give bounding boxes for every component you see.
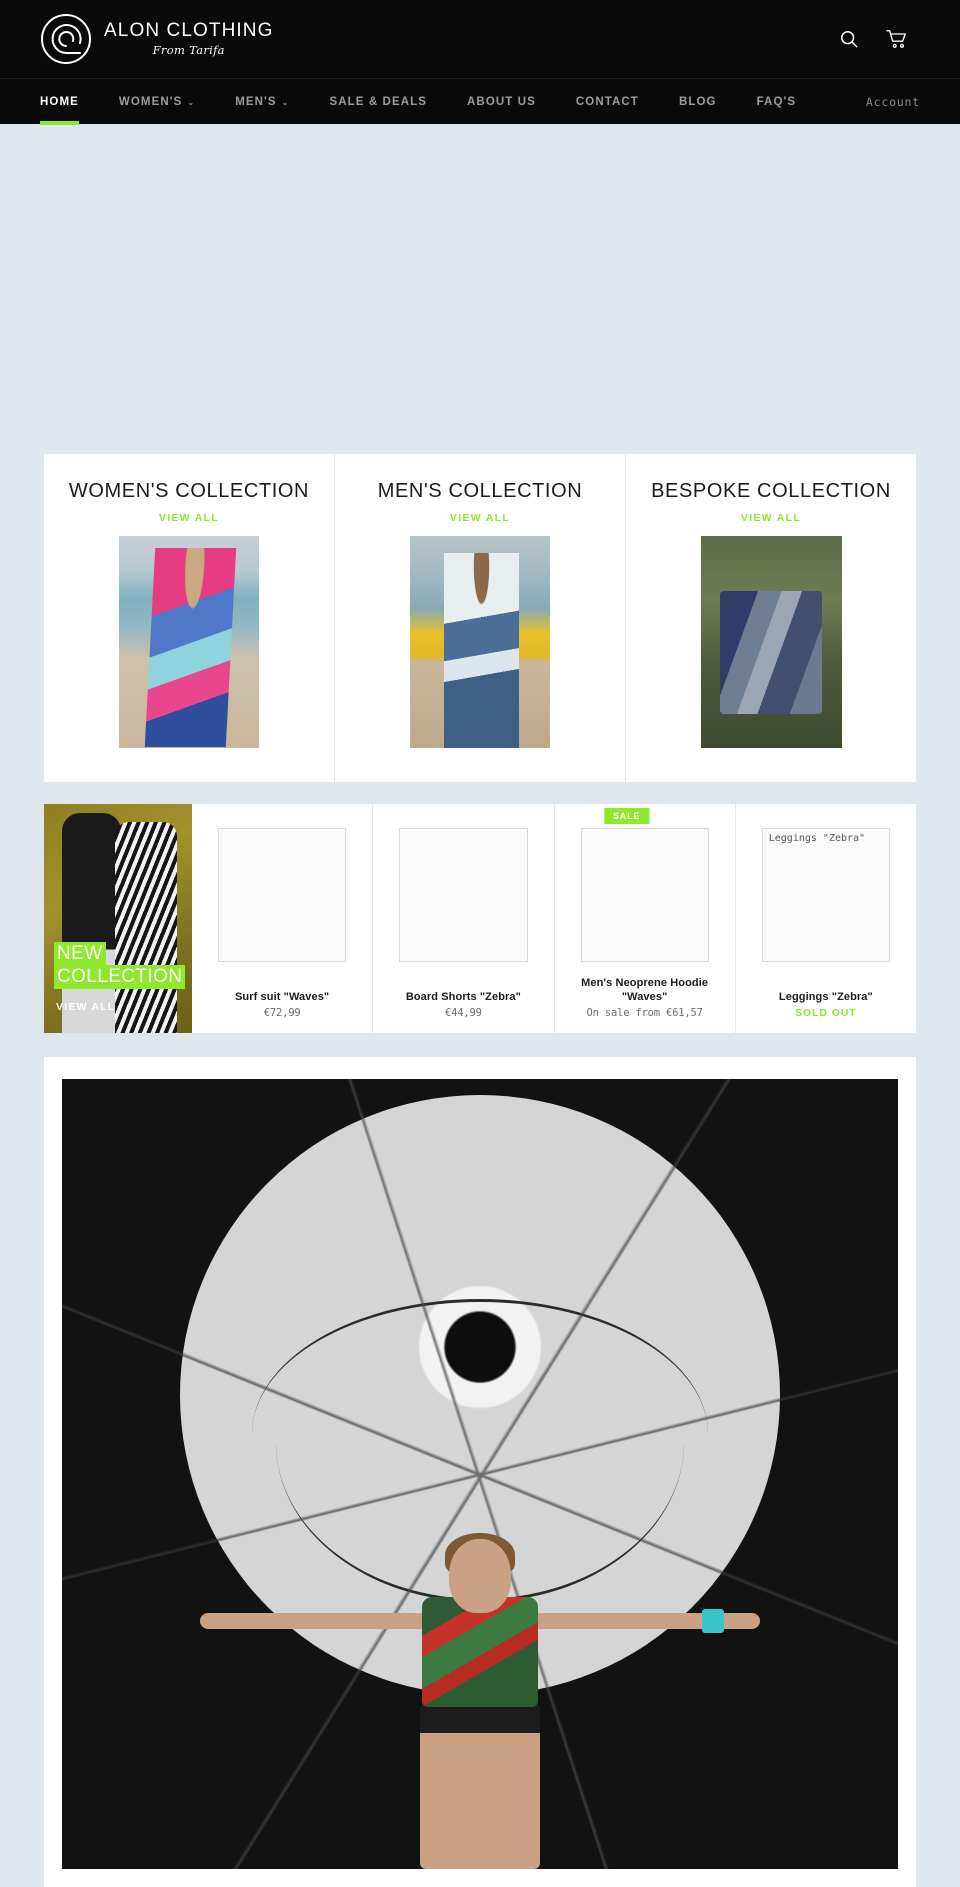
- search-icon[interactable]: [838, 28, 860, 50]
- homepage: ALON CLOTHING From Tarifa HOME WOMEN'S ⌄…: [0, 0, 960, 1887]
- product-title: Leggings "Zebra": [778, 990, 873, 1003]
- nav-label: HOME: [40, 95, 79, 108]
- product-title: Men's Neoprene Hoodie "Waves": [581, 976, 709, 1003]
- collection-view-all-link[interactable]: VIEW ALL: [62, 512, 316, 524]
- nav-label: WOMEN'S: [118, 95, 183, 108]
- collection-title: MEN'S COLLECTION: [377, 480, 583, 502]
- nav-item-about-us[interactable]: ABOUT US: [447, 79, 556, 124]
- nav-label: BLOG: [678, 95, 717, 108]
- product-price: On sale from €61,57: [586, 1006, 703, 1019]
- collections-section: WOMEN'S COLLECTION VIEW ALL MEN'S COLLEC…: [44, 454, 916, 782]
- broken-image-alt-text: Leggings "Zebra": [768, 832, 866, 844]
- nav-item-contact[interactable]: CONTACT: [556, 79, 659, 124]
- collection-view-all-link[interactable]: VIEW ALL: [644, 512, 898, 524]
- product-image: [580, 827, 709, 962]
- collection-title: BESPOKE COLLECTION: [651, 480, 891, 502]
- nav-item-home[interactable]: HOME: [40, 79, 99, 125]
- promo-line-2: COLLECTION: [54, 965, 186, 989]
- feature-image-section: [44, 1056, 916, 1887]
- product-card[interactable]: SALE Men's Neoprene Hoodie "Waves" On sa…: [555, 803, 736, 1033]
- chevron-down-icon: ⌄: [187, 97, 196, 107]
- product-meta: Surf suit "Waves" €72,99: [202, 976, 362, 1019]
- promo-line-1: NEW: [54, 942, 106, 966]
- nav-list: HOME WOMEN'S ⌄ MEN'S ⌄ SALE & DEALS ABOU…: [40, 79, 817, 125]
- nav-item-faqs[interactable]: FAQ'S: [737, 79, 817, 124]
- nav-item-sale-and-deals[interactable]: SALE & DEALS: [309, 79, 447, 124]
- promo-image: [44, 804, 192, 1033]
- site-logo[interactable]: ALON CLOTHING From Tarifa: [40, 13, 274, 65]
- spiral-wave-logo-icon: [40, 13, 92, 65]
- account-link[interactable]: Account: [866, 95, 920, 109]
- sale-badge: SALE: [603, 807, 650, 824]
- product-title: Surf suit "Waves": [235, 990, 330, 1003]
- header-actions: [838, 28, 936, 50]
- nav-label: SALE & DEALS: [329, 95, 428, 108]
- logo-title: ALON CLOTHING: [104, 20, 274, 42]
- site-header: ALON CLOTHING From Tarifa: [0, 0, 960, 78]
- promo-view-all-link[interactable]: VIEW ALL: [56, 1001, 115, 1013]
- product-price: €72,99: [263, 1006, 301, 1019]
- product-meta: Men's Neoprene Hoodie "Waves" On sale fr…: [565, 962, 725, 1019]
- product-image: Leggings "Zebra": [761, 827, 890, 962]
- nav-label: CONTACT: [575, 95, 639, 108]
- product-price: €44,99: [445, 1006, 482, 1019]
- product-card[interactable]: Board Shorts "Zebra" €44,99: [373, 803, 555, 1033]
- collection-card-mens[interactable]: MEN'S COLLECTION VIEW ALL: [335, 454, 626, 782]
- collection-card-womens[interactable]: WOMEN'S COLLECTION VIEW ALL: [44, 454, 335, 782]
- collection-card-bespoke[interactable]: BESPOKE COLLECTION VIEW ALL: [626, 454, 916, 782]
- product-image: [399, 827, 528, 962]
- logo-tagline: From Tarifa: [152, 42, 225, 57]
- collection-view-all-link[interactable]: VIEW ALL: [353, 512, 607, 524]
- chevron-down-icon: ⌄: [281, 97, 290, 107]
- product-card[interactable]: Leggings "Zebra" Leggings "Zebra" SOLD O…: [736, 804, 916, 1033]
- main-navigation: HOME WOMEN'S ⌄ MEN'S ⌄ SALE & DEALS ABOU…: [0, 78, 960, 125]
- product-status-sold-out: SOLD OUT: [795, 1006, 857, 1019]
- nav-label: ABOUT US: [467, 95, 536, 108]
- athlete-figure-graphic: [200, 1532, 760, 1869]
- nav-label: FAQ'S: [756, 95, 797, 108]
- hero-banner: [0, 124, 960, 454]
- product-meta: Leggings "Zebra" SOLD OUT: [746, 976, 906, 1019]
- product-image: [218, 827, 347, 962]
- collection-title: WOMEN'S COLLECTION: [68, 480, 310, 502]
- featured-products-strip: NEW COLLECTION VIEW ALL Surf suit "Waves…: [44, 803, 916, 1033]
- promo-text: NEW COLLECTION: [44, 942, 192, 989]
- collection-image-bespoke: [700, 535, 842, 748]
- nav-label: MEN'S: [235, 95, 277, 108]
- nav-item-blog[interactable]: BLOG: [659, 79, 737, 124]
- collection-image-womens: [119, 535, 259, 748]
- product-card[interactable]: Surf suit "Waves" €72,99: [192, 803, 374, 1033]
- collection-image-mens: [410, 535, 550, 748]
- feature-image: [62, 1078, 898, 1869]
- nav-item-womens[interactable]: WOMEN'S ⌄: [99, 79, 215, 124]
- promo-tile-new-collection[interactable]: NEW COLLECTION VIEW ALL: [44, 803, 192, 1033]
- product-title: Board Shorts "Zebra": [405, 990, 521, 1003]
- nav-item-mens[interactable]: MEN'S ⌄: [215, 79, 309, 124]
- product-meta: Board Shorts "Zebra" €44,99: [383, 976, 543, 1019]
- cart-icon[interactable]: [886, 28, 908, 50]
